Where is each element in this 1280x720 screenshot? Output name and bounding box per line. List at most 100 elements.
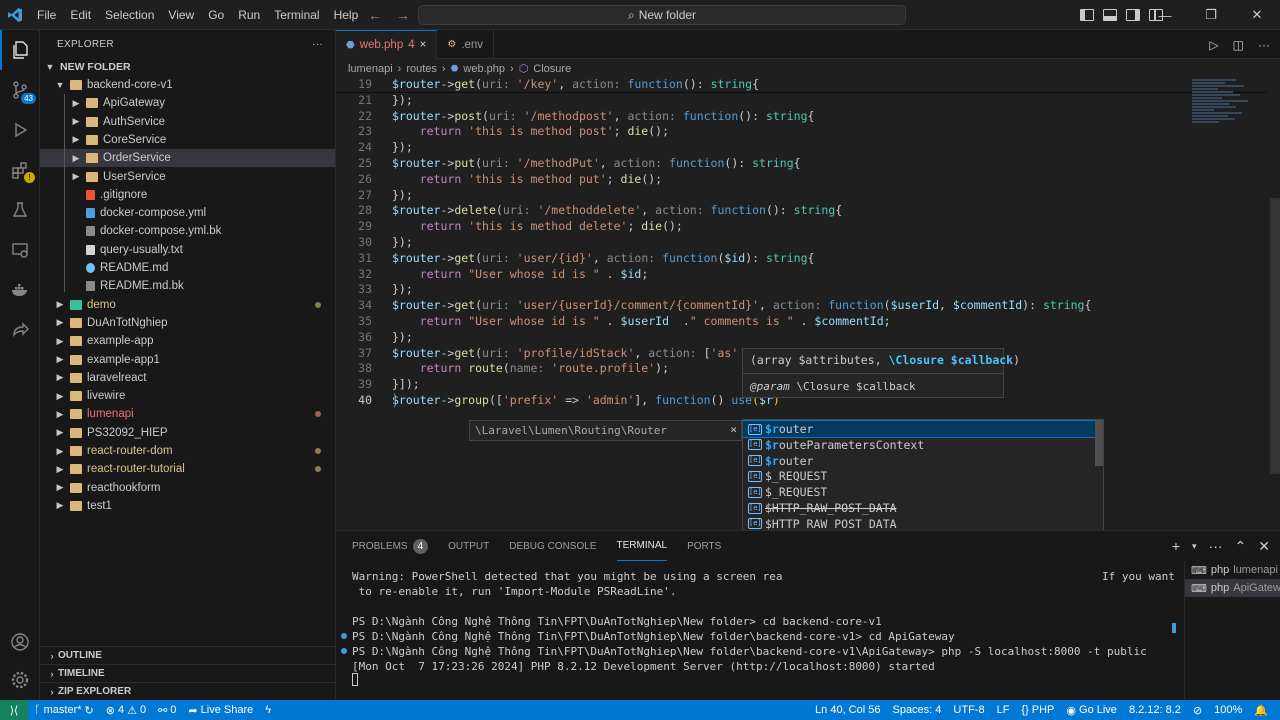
tab-output[interactable]: OUTPUT (448, 531, 489, 561)
command-center[interactable]: ⌕ New folder (418, 5, 906, 25)
tree-item[interactable]: ▶ example-app1 (40, 351, 335, 369)
suggestion-item[interactable]: [e] $router (743, 453, 1095, 469)
problems-status[interactable]: ⊗ 4 ⚠ 0 (100, 704, 152, 717)
terminal-item-php-lumenapi[interactable]: ⌨ php lumenapi (1185, 561, 1280, 579)
run-file-icon[interactable]: ▷ (1209, 38, 1218, 52)
toggle-secondary-sidebar-icon[interactable] (1126, 9, 1140, 21)
testing-icon[interactable] (0, 190, 40, 230)
accounts-icon[interactable] (0, 622, 40, 662)
manage-gear-icon[interactable] (0, 660, 40, 700)
encoding[interactable]: UTF-8 (947, 704, 990, 716)
minimap[interactable] (1192, 78, 1266, 138)
outline-section[interactable]: › OUTLINE (40, 646, 335, 664)
tree-item[interactable]: docker-compose.yml.bk (40, 222, 335, 240)
go-live-button[interactable]: ◉ Go Live (1060, 704, 1123, 717)
menu-file[interactable]: File (30, 0, 63, 30)
tree-item[interactable]: README.md (40, 259, 335, 277)
copilot-icon[interactable]: ⊘ (1187, 704, 1208, 717)
menu-terminal[interactable]: Terminal (267, 0, 326, 30)
menu-go[interactable]: Go (201, 0, 231, 30)
tree-item[interactable]: ▶ AuthService (40, 113, 335, 131)
close-detail-icon[interactable]: × (730, 423, 737, 436)
split-editor-icon[interactable]: ◫ (1233, 38, 1244, 52)
suggestion-item[interactable]: [e] $_REQUEST (743, 468, 1095, 484)
timeline-section[interactable]: › TIMELINE (40, 664, 335, 682)
tab-ports[interactable]: PORTS (687, 531, 721, 561)
source-control-icon[interactable]: 43 (0, 70, 40, 110)
tree-item[interactable]: ▶ react-router-dom (40, 442, 335, 460)
menu-edit[interactable]: Edit (63, 0, 98, 30)
live-share-status[interactable]: ➦ Live Share (182, 704, 259, 717)
close-window-icon[interactable]: ✕ (1234, 7, 1280, 23)
tree-item[interactable]: ▶ livewire (40, 387, 335, 405)
live-share-icon[interactable] (0, 310, 40, 350)
zip-explorer-section[interactable]: › ZIP EXPLORER (40, 682, 335, 700)
breadcrumb-item[interactable]: routes (406, 63, 437, 75)
tab-problems[interactable]: PROBLEMS 4 (352, 531, 429, 561)
breadcrumb-item[interactable]: web.php (463, 63, 505, 75)
tree-item[interactable]: ▶ UserService (40, 168, 335, 186)
lightning-status[interactable]: ϟ (259, 704, 277, 716)
tab-env[interactable]: ⚙ .env (437, 30, 495, 59)
tree-item[interactable]: ▶ PS32092_HIEP (40, 424, 335, 442)
new-terminal-icon[interactable]: + (1172, 538, 1180, 554)
tree-item[interactable]: ▶ react-router-tutorial (40, 460, 335, 478)
tree-item[interactable]: .gitignore (40, 186, 335, 204)
suggest-scrollbar[interactable] (1095, 420, 1103, 466)
maximize-panel-icon[interactable]: ⌃ (1235, 538, 1247, 555)
more-actions-icon[interactable]: ··· (312, 39, 323, 50)
toggle-panel-icon[interactable] (1103, 9, 1117, 21)
back-arrow-icon[interactable]: ← (368, 7, 382, 23)
tree-item[interactable]: ▶ reacthookform (40, 479, 335, 497)
cursor-position[interactable]: Ln 40, Col 56 (809, 704, 886, 716)
workspace-root[interactable]: ▼ NEW FOLDER (40, 58, 335, 76)
remote-explorer-icon[interactable] (0, 230, 40, 270)
tab-debug-console[interactable]: DEBUG CONSOLE (509, 531, 596, 561)
tab-web-php[interactable]: ⬣ web.php 4 × (336, 30, 438, 59)
notifications-icon[interactable]: 🔔 (1248, 704, 1274, 717)
close-panel-icon[interactable]: ✕ (1258, 538, 1270, 555)
tree-item[interactable]: README.md.bk (40, 277, 335, 295)
breadcrumb-item[interactable]: lumenapi (348, 63, 393, 75)
menu-view[interactable]: View (161, 0, 201, 30)
tree-item[interactable]: ▶ demo (40, 296, 335, 314)
suggestion-item[interactable]: [e] $routeParametersContext (743, 437, 1095, 453)
tab-terminal[interactable]: TERMINAL (616, 531, 668, 561)
suggestion-item[interactable]: [e] $router (743, 420, 1096, 438)
php-version[interactable]: 8.2.12: 8.2 (1123, 704, 1187, 716)
menu-run[interactable]: Run (231, 0, 267, 30)
terminal-item-php-apigateway[interactable]: ⌨ php ApiGatew (1185, 579, 1280, 597)
breadcrumb-item[interactable]: Closure (533, 63, 571, 75)
menu-selection[interactable]: Selection (98, 0, 161, 30)
branch-status[interactable]: ᚴ master* ↻ (28, 704, 100, 717)
tree-item[interactable]: docker-compose.yml (40, 204, 335, 222)
language-mode[interactable]: {} PHP (1015, 704, 1060, 716)
more-panel-actions-icon[interactable]: ··· (1209, 538, 1223, 554)
tree-item[interactable]: query-usually.txt (40, 241, 335, 259)
run-debug-icon[interactable] (0, 110, 40, 150)
zoom-level[interactable]: 100% (1208, 704, 1248, 716)
indentation[interactable]: Spaces: 4 (886, 704, 947, 716)
tree-item[interactable]: ▶ example-app (40, 332, 335, 350)
ports-status[interactable]: ⚯ 0 (152, 704, 182, 717)
minimize-icon[interactable]: — (1142, 8, 1188, 23)
tree-item[interactable]: ▶ test1 (40, 497, 335, 515)
suggestion-item[interactable]: [e] $HTTP_RAW_POST_DATA (743, 500, 1095, 516)
extensions-icon[interactable]: ! (0, 150, 40, 190)
suggestion-item[interactable]: [e] $_REQUEST (743, 484, 1095, 500)
end-of-line[interactable]: LF (991, 704, 1016, 716)
tree-item[interactable]: ▶ CoreService (40, 131, 335, 149)
tree-item[interactable]: ▶ lumenapi (40, 405, 335, 423)
forward-arrow-icon[interactable]: → (396, 7, 410, 23)
chevron-down-icon[interactable]: ▾ (1192, 541, 1197, 552)
more-editor-actions-icon[interactable]: ··· (1258, 38, 1270, 52)
editor-scrollbar[interactable] (1270, 198, 1280, 474)
tree-item[interactable]: ▶ OrderService (40, 149, 335, 168)
tree-item[interactable]: ▶ ApiGateway (40, 94, 335, 112)
toggle-primary-sidebar-icon[interactable] (1080, 9, 1094, 21)
tree-item[interactable]: ▶ laravelreact (40, 369, 335, 387)
tree-item[interactable]: ▼ backend-core-v1 (40, 76, 335, 94)
tree-item[interactable]: ▶ DuAnTotNghiep (40, 314, 335, 332)
docker-icon[interactable] (0, 270, 40, 310)
restore-icon[interactable]: ❐ (1188, 7, 1234, 23)
